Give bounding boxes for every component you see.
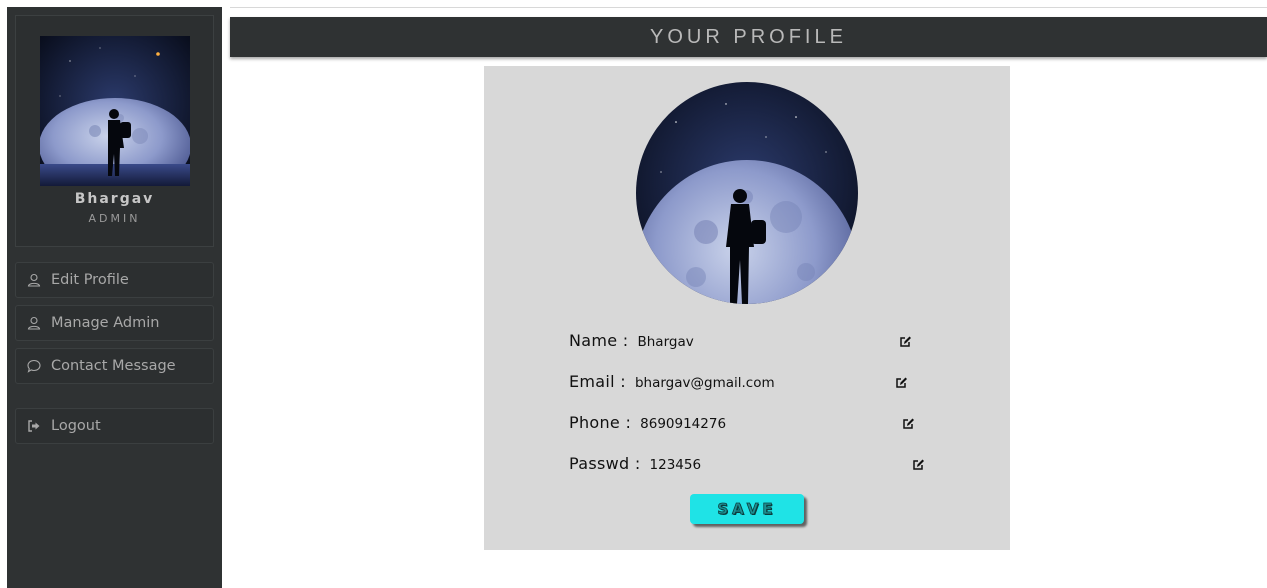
field-value: Bhargav (637, 334, 694, 350)
field-label: Phone : (569, 413, 632, 432)
profile-panel: Name : Bhargav Email : bhargav@gmail.com… (484, 66, 1010, 550)
user-icon (27, 316, 41, 330)
moon-hiker-image (636, 82, 858, 304)
field-label: Email : (569, 372, 626, 391)
avatar (40, 36, 190, 186)
top-divider (230, 7, 1267, 8)
edit-icon[interactable] (902, 417, 915, 430)
field-password: Passwd : 123456 (569, 454, 701, 476)
sidebar-item-label: Contact Message (51, 358, 176, 374)
field-value: 8690914276 (640, 416, 727, 432)
field-value: 123456 (649, 457, 702, 473)
field-label: Name : (569, 331, 629, 350)
edit-icon[interactable] (895, 376, 908, 389)
field-phone: Phone : 8690914276 (569, 413, 726, 435)
sidebar-item-label: Edit Profile (51, 272, 129, 288)
chat-bubble-icon (27, 359, 41, 373)
field-email: Email : bhargav@gmail.com (569, 372, 775, 394)
sidebar-profile-card: Bhargav ADMIN (15, 15, 214, 247)
sidebar-item-contact-message[interactable]: Contact Message (15, 348, 214, 384)
field-value: bhargav@gmail.com (634, 375, 775, 391)
page-title: YOUR PROFILE (650, 25, 847, 48)
edit-icon[interactable] (899, 335, 912, 348)
sidebar-item-logout[interactable]: Logout (15, 408, 214, 444)
user-icon (27, 273, 41, 287)
admin-name: Bhargav (74, 191, 155, 207)
field-label: Passwd : (569, 454, 641, 473)
sidebar-item-label: Manage Admin (51, 315, 160, 331)
admin-role: ADMIN (88, 212, 141, 225)
edit-icon[interactable] (912, 458, 925, 471)
sidebar: Bhargav ADMIN Edit Profile Manage Admin … (7, 7, 222, 588)
logout-icon (27, 419, 41, 433)
field-name: Name : Bhargav (569, 331, 694, 353)
moon-hiker-image (40, 36, 190, 186)
page-header: YOUR PROFILE (230, 17, 1267, 57)
sidebar-item-manage-admin[interactable]: Manage Admin (15, 305, 214, 341)
save-button[interactable]: SAVE (690, 494, 804, 524)
sidebar-item-label: Logout (51, 418, 101, 434)
sidebar-item-edit-profile[interactable]: Edit Profile (15, 262, 214, 298)
profile-avatar (636, 82, 858, 304)
